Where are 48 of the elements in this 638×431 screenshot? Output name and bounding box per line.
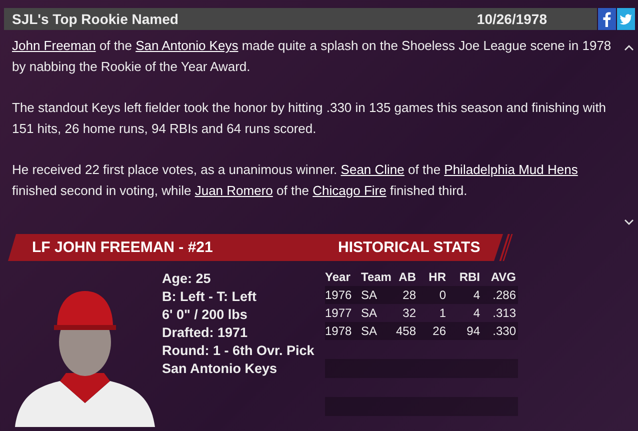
stripes-icon [499, 234, 513, 261]
column-header: AB [398, 270, 416, 284]
table-cell-text: .330 [492, 324, 516, 338]
table-cell-text: SA [360, 288, 378, 302]
table-cell-text: .286 [492, 288, 516, 302]
table-cell-text: 1978 [325, 324, 353, 338]
stats-heading: HISTORICAL STATS [337, 239, 480, 256]
article-link[interactable]: Sean Cline [340, 162, 404, 177]
player-name: LF JOHN FREEMAN - #21 [31, 239, 214, 256]
table-cell-text: 1976 [325, 288, 353, 302]
column-header: Team [360, 270, 391, 284]
article-link[interactable]: Juan Romero [194, 182, 273, 198]
column-header: Year [325, 270, 352, 284]
column-header: HR [428, 270, 446, 284]
table-cell-text: 26 [432, 324, 446, 338]
table-cell-text: 1977 [325, 306, 353, 320]
scroll-up-icon[interactable] [624, 44, 634, 51]
scroll-down-icon[interactable] [624, 219, 634, 226]
table-cell-text: 94 [466, 324, 480, 338]
player-info: 6' 0" / 200 lbs [162, 306, 248, 324]
twitter-icon[interactable] [617, 8, 635, 30]
article-paragraph: The standout Keys left fielder took the honor by hitting .330 in 135 games this season and finishing with 151 hits, 26 home runs, 94 RBIs and 64 runs scored. [12, 99, 608, 138]
table-cell-text: 28 [402, 288, 416, 302]
player-info: Drafted: 1971 [162, 324, 249, 342]
table-cell-text: SA [360, 306, 378, 320]
article-title: SJL's Top Rookie Named [12, 11, 178, 27]
article-date: 10/26/1978 [476, 11, 547, 27]
column-header: RBI [458, 270, 480, 284]
player-info: Age: 25 [162, 270, 212, 288]
facebook-icon[interactable] [598, 8, 616, 30]
player-info: Round: 1 - 6th Ovr. Pick [162, 342, 316, 360]
article-paragraph: John Freeman of the San Antonio Keys made quite a splash on the Shoeless Joe League scene in 1978 by nabbing the Rookie of the Year Award. [12, 37, 612, 76]
article-paragraph: He received 22 first place votes, as a unanimous winner. Sean Cline of the Philadelphia Mud Hens finished second in voting, while Juan Romero of the Chicago Fire finished third. [12, 161, 579, 200]
table-cell-text: 4 [472, 288, 480, 302]
player-info: San Antonio Keys [162, 360, 278, 378]
table-cell-text: 4 [472, 306, 480, 320]
table-cell-text: 32 [402, 306, 416, 320]
player-info: B: Left - T: Left [162, 288, 258, 306]
article-link[interactable]: Chicago Fire [312, 182, 386, 198]
article-link[interactable]: John Freeman [12, 38, 96, 53]
article-link[interactable]: Philadelphia Mud Hens [444, 162, 578, 177]
table-cell-text: 0 [438, 288, 446, 302]
article-link[interactable]: San Antonio Keys [136, 38, 238, 53]
table-cell-text: 458 [394, 324, 416, 338]
table-cell-text: .313 [492, 306, 516, 320]
column-header: AVG [490, 270, 516, 284]
table-cell-text: SA [360, 324, 378, 338]
table-cell-text: 1 [438, 306, 446, 320]
